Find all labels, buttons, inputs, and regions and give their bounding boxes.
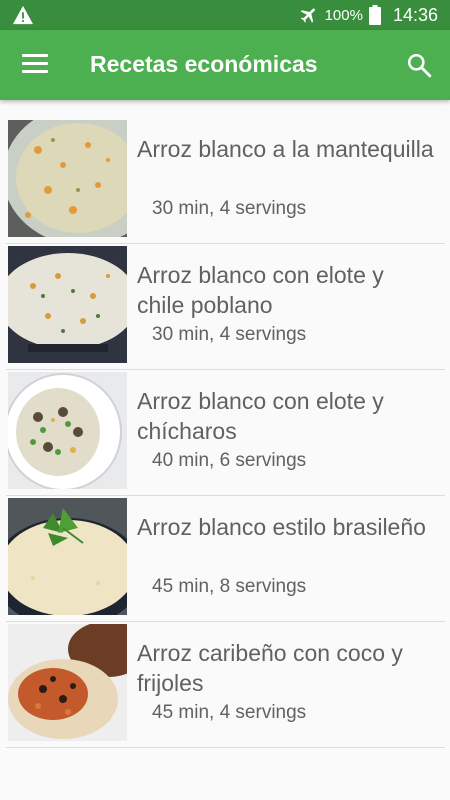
list-item[interactable]: Arroz caribeño con coco y frijoles 45 mi…	[6, 622, 445, 748]
recipe-meta: 40 min, 6 servings	[152, 450, 307, 471]
recipe-image	[8, 624, 127, 741]
list-item[interactable]: Arroz blanco a la mantequilla 30 min, 4 …	[6, 118, 445, 244]
recipe-name: Arroz blanco a la mantequilla	[137, 136, 434, 162]
menu-icon[interactable]	[22, 54, 48, 76]
list-item[interactable]: Arroz blanco con elote y chícharos 40 mi…	[6, 370, 445, 496]
recipe-meta: 30 min, 4 servings	[152, 324, 307, 345]
airplane-icon	[300, 8, 315, 23]
search-icon[interactable]	[406, 52, 432, 78]
app-bar: Recetas económicas	[0, 30, 450, 100]
recipe-meta: 30 min, 4 servings	[152, 198, 307, 219]
warning-icon	[13, 5, 33, 25]
recipe-image	[8, 246, 127, 363]
recipe-image	[8, 372, 127, 489]
battery-percent: 100%	[324, 6, 363, 24]
clock: 14:36	[392, 4, 438, 25]
recipe-name: Arroz blanco estilo brasileño	[137, 514, 426, 540]
list-item[interactable]: Arroz blanco estilo brasileño 45 min, 8 …	[6, 496, 445, 622]
list-item[interactable]: Arroz blanco con elote y chile poblano 3…	[6, 244, 445, 370]
recipe-image	[8, 498, 127, 615]
recipe-image	[8, 120, 127, 237]
battery-icon	[368, 5, 381, 25]
recipe-name: Arroz blanco con elote y chícharos	[137, 388, 384, 444]
recipe-meta: 45 min, 8 servings	[152, 576, 307, 597]
recipe-name: Arroz caribeño con coco y frijoles	[137, 640, 403, 696]
status-bar: 100% 14:36	[0, 0, 450, 30]
recipe-list: Arroz blanco a la mantequilla 30 min, 4 …	[0, 118, 450, 748]
recipe-meta: 45 min, 4 servings	[152, 702, 307, 723]
recipe-name: Arroz blanco con elote y chile poblano	[137, 262, 384, 318]
page-title: Recetas económicas	[90, 51, 318, 77]
